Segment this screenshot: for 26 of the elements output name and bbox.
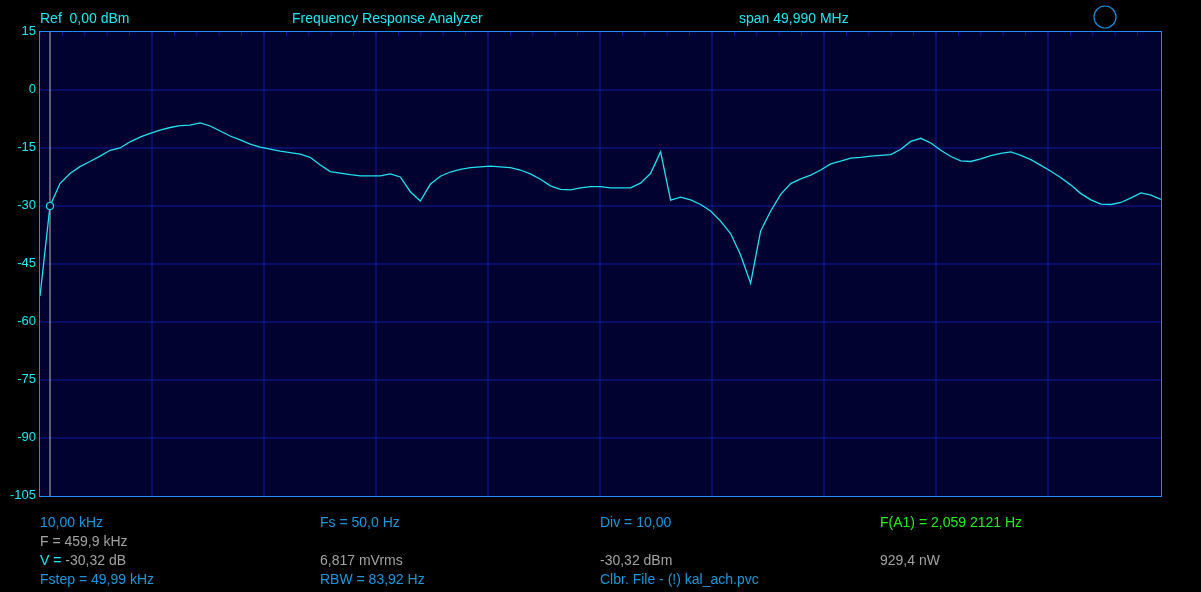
axis-label: -60 (17, 312, 36, 330)
span-readout: span 49,990 MHz (739, 9, 850, 27)
info-readout: V = -30,32 dB (40, 551, 126, 570)
reference-level: Ref 0,00 dBm (40, 9, 131, 27)
info-readout: Fstep = 49,99 kHz (40, 570, 154, 589)
info-readout: RBW = 83,92 Hz (320, 570, 425, 589)
info-readout: F(A1) = 2,059 2121 Hz (880, 513, 1023, 532)
marker-icon[interactable] (45, 201, 55, 211)
axis-label: -105 (9, 486, 36, 504)
axis-label: -15 (17, 138, 36, 156)
axis-label: -45 (17, 254, 36, 272)
info-readout: Fs = 50,0 Hz (320, 513, 400, 532)
info-readout: F = 459,9 kHz (40, 532, 128, 551)
circle-icon[interactable] (1093, 5, 1117, 29)
info-readout: 929,4 nW (880, 551, 940, 570)
axis-label: 15 (21, 22, 36, 40)
axis-label: -75 (17, 370, 36, 388)
window-title: Frequency Response Analyzer (292, 9, 484, 27)
info-readout: -30,32 dBm (600, 551, 673, 570)
info-readout: 6,817 mVrms (320, 551, 403, 570)
axis-label: 0 (28, 80, 36, 98)
info-readout: Div = 10,00 (600, 513, 672, 532)
axis-label: -30 (17, 196, 36, 214)
info-readout: Clbr. File - (!) kal_ach.pvc (600, 570, 759, 589)
info-readout: 10,00 kHz (40, 513, 104, 532)
axis-label: -90 (17, 428, 36, 446)
